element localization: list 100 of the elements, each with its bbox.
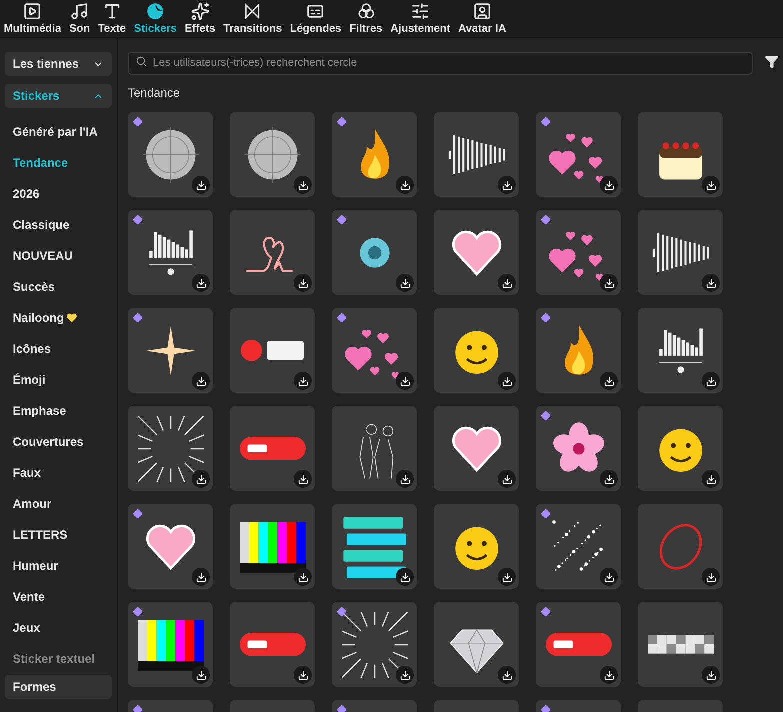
download-button[interactable]: [600, 274, 618, 292]
download-button[interactable]: [396, 568, 414, 586]
sticker-tile[interactable]: [230, 112, 315, 197]
sticker-tile[interactable]: [128, 210, 213, 295]
download-button[interactable]: [192, 274, 210, 292]
tab[interactable]: Texte: [94, 0, 130, 36]
download-button[interactable]: [396, 372, 414, 390]
download-button[interactable]: [702, 666, 720, 684]
sticker-tile[interactable]: [536, 602, 621, 687]
category-item[interactable]: Emphase: [5, 395, 112, 426]
tab[interactable]: Multimédia: [0, 0, 66, 36]
category-item[interactable]: LETTERS: [5, 519, 112, 550]
sticker-tile[interactable]: [332, 112, 417, 197]
category-item[interactable]: Sticker textuel: [5, 643, 112, 674]
sticker-tile[interactable]: [536, 210, 621, 295]
download-button[interactable]: [396, 666, 414, 684]
tab[interactable]: Filtres: [346, 0, 387, 36]
sticker-tile[interactable]: [638, 308, 723, 393]
sticker-tile[interactable]: [128, 504, 213, 589]
download-button[interactable]: [396, 470, 414, 488]
download-button[interactable]: [702, 176, 720, 194]
sticker-tile[interactable]: [434, 210, 519, 295]
category-item[interactable]: Couvertures: [5, 426, 112, 457]
sticker-tile[interactable]: [332, 210, 417, 295]
category-item[interactable]: Icônes: [5, 333, 112, 364]
download-button[interactable]: [600, 568, 618, 586]
category-item[interactable]: Formes: [5, 675, 112, 699]
category-item[interactable]: Généré par l'IA: [5, 116, 112, 147]
tab[interactable]: Avatar IA: [454, 0, 510, 36]
download-button[interactable]: [498, 470, 516, 488]
download-button[interactable]: [600, 372, 618, 390]
sticker-tile[interactable]: [332, 406, 417, 491]
tab[interactable]: Effets: [180, 0, 220, 36]
sticker-tile[interactable]: [230, 504, 315, 589]
download-button[interactable]: [396, 274, 414, 292]
category-dropdown[interactable]: Les tiennes: [5, 52, 112, 76]
sticker-tile[interactable]: [536, 504, 621, 589]
sticker-tile[interactable]: [128, 602, 213, 687]
search-field[interactable]: Les utilisateurs(-trices) recherchent cercle: [128, 52, 753, 74]
sticker-tile[interactable]: [536, 308, 621, 393]
download-button[interactable]: [294, 568, 312, 586]
sticker-tile[interactable]: [536, 112, 621, 197]
download-button[interactable]: [702, 274, 720, 292]
sticker-tile[interactable]: [230, 406, 315, 491]
category-dropdown[interactable]: Stickers: [5, 84, 112, 108]
tab[interactable]: Légendes: [286, 0, 346, 36]
download-button[interactable]: [600, 176, 618, 194]
download-button[interactable]: [192, 372, 210, 390]
download-button[interactable]: [702, 568, 720, 586]
sticker-tile[interactable]: [638, 112, 723, 197]
download-button[interactable]: [294, 470, 312, 488]
sticker-tile[interactable]: [434, 504, 519, 589]
sticker-tile[interactable]: [128, 308, 213, 393]
download-button[interactable]: [294, 666, 312, 684]
download-button[interactable]: [192, 666, 210, 684]
download-button[interactable]: [192, 470, 210, 488]
category-item[interactable]: Succès: [5, 271, 112, 302]
download-button[interactable]: [498, 274, 516, 292]
download-button[interactable]: [294, 274, 312, 292]
category-item[interactable]: Humeur: [5, 550, 112, 581]
sticker-tile[interactable]: [536, 406, 621, 491]
sticker-tile[interactable]: [434, 308, 519, 393]
sticker-tile[interactable]: [638, 602, 723, 687]
category-item[interactable]: Tendance: [5, 147, 112, 178]
tab[interactable]: Ajustement: [386, 0, 454, 36]
download-button[interactable]: [498, 372, 516, 390]
category-item[interactable]: NOUVEAU: [5, 240, 112, 271]
sticker-tile[interactable]: [638, 210, 723, 295]
download-button[interactable]: [192, 568, 210, 586]
sticker-tile[interactable]: [638, 406, 723, 491]
download-button[interactable]: [600, 470, 618, 488]
category-item[interactable]: Faux: [5, 457, 112, 488]
sticker-tile[interactable]: [332, 308, 417, 393]
category-item[interactable]: Amour: [5, 488, 112, 519]
category-item[interactable]: 2026: [5, 178, 112, 209]
sticker-tile[interactable]: [128, 112, 213, 197]
sticker-tile[interactable]: [230, 210, 315, 295]
sticker-tile[interactable]: [434, 112, 519, 197]
category-item[interactable]: Vente: [5, 581, 112, 612]
download-button[interactable]: [498, 176, 516, 194]
tab[interactable]: Stickers: [130, 0, 181, 36]
sticker-tile[interactable]: [434, 406, 519, 491]
sticker-tile[interactable]: [230, 308, 315, 393]
filter-icon[interactable]: [765, 54, 779, 68]
download-button[interactable]: [498, 568, 516, 586]
category-item[interactable]: Nailoong: [5, 302, 112, 333]
sticker-tile[interactable]: [332, 602, 417, 687]
download-button[interactable]: [294, 372, 312, 390]
download-button[interactable]: [600, 666, 618, 684]
download-button[interactable]: [294, 176, 312, 194]
download-button[interactable]: [192, 176, 210, 194]
download-button[interactable]: [396, 176, 414, 194]
category-item[interactable]: Jeux: [5, 612, 112, 643]
tab[interactable]: Son: [65, 0, 94, 36]
category-item[interactable]: Émoji: [5, 364, 112, 395]
download-button[interactable]: [498, 666, 516, 684]
category-item[interactable]: Classique: [5, 209, 112, 240]
download-button[interactable]: [702, 372, 720, 390]
download-button[interactable]: [702, 470, 720, 488]
sticker-tile[interactable]: [434, 602, 519, 687]
